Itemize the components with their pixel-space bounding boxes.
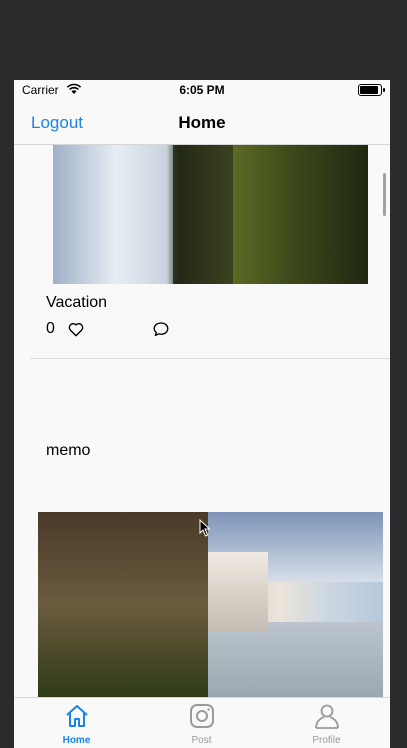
post-image (38, 512, 383, 698)
phone-screen: Carrier 6:05 PM Logout Home Vacation 0 m… (14, 80, 390, 748)
status-time: 6:05 PM (179, 83, 225, 97)
home-icon (65, 705, 88, 727)
mouse-cursor-icon (199, 519, 211, 537)
tab-label: Home (62, 735, 91, 746)
tab-label: Profile (312, 735, 341, 746)
comment-icon[interactable] (152, 320, 170, 338)
tab-label: Post (191, 735, 212, 746)
tab-bar: Home Post Profile (14, 697, 390, 748)
tab-post[interactable]: Post (139, 698, 264, 748)
row-divider (30, 358, 390, 359)
page-title: Home (178, 113, 226, 132)
tab-home[interactable]: Home (14, 698, 139, 748)
status-bar: Carrier 6:05 PM (14, 80, 390, 100)
feed-list[interactable]: Vacation 0 memo (14, 145, 390, 698)
post-image (53, 145, 368, 284)
post-caption: memo (46, 442, 91, 459)
tab-profile[interactable]: Profile (264, 698, 389, 748)
like-count: 0 (46, 320, 55, 337)
scrollbar[interactable] (383, 173, 386, 216)
battery-icon (358, 84, 385, 96)
camera-icon (189, 704, 214, 728)
navigation-bar: Logout Home (14, 100, 390, 145)
heart-icon[interactable] (67, 320, 85, 338)
post-caption: Vacation (46, 294, 108, 311)
person-icon (314, 704, 339, 729)
